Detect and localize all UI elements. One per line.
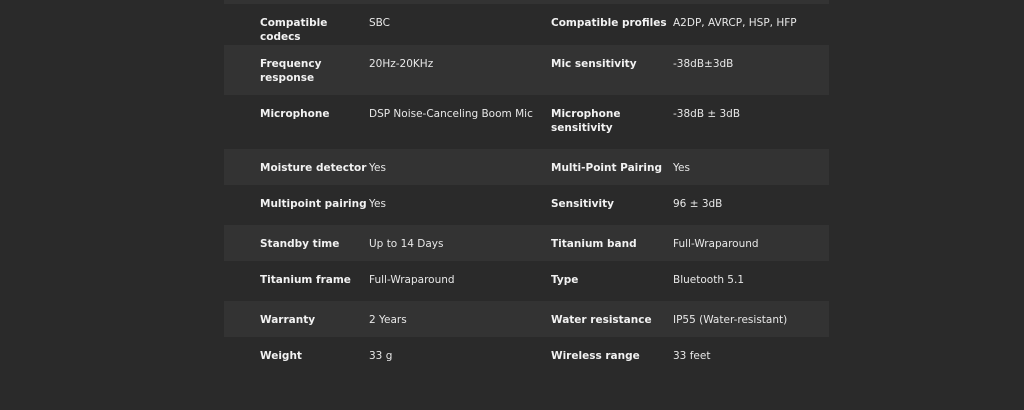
spec-label: Microphone sensitivity xyxy=(551,108,621,134)
spec-label: Sensitivity xyxy=(551,198,614,210)
spec-value: Yes xyxy=(673,162,690,174)
spec-label: Water resistance xyxy=(551,314,652,326)
spec-label: Wireless range xyxy=(551,350,640,362)
spec-value: -38dB±3dB xyxy=(673,58,734,70)
spec-row: Standby time Up to 14 Days Titanium band… xyxy=(224,225,829,261)
spec-label: Titanium frame xyxy=(260,274,351,286)
spec-value: A2DP, AVRCP, HSP, HFP xyxy=(673,17,797,29)
spec-label: Frequency response xyxy=(260,58,322,84)
spec-label: Microphone xyxy=(260,108,330,120)
spec-value: Full-Wraparound xyxy=(369,274,455,286)
spec-value: 2 Years xyxy=(369,314,407,326)
spec-value: Yes xyxy=(369,162,386,174)
spec-value: IP55 (Water-resistant) xyxy=(673,314,788,326)
spec-row: Moisture detector Yes Multi-Point Pairin… xyxy=(224,149,829,185)
spec-label: Standby time xyxy=(260,238,340,250)
spec-row: Warranty 2 Years Water resistance IP55 (… xyxy=(224,301,829,337)
spec-value: 33 g xyxy=(369,350,393,362)
spec-label: Multi-Point Pairing xyxy=(551,162,663,174)
spec-label: Warranty xyxy=(260,314,316,326)
spec-label: Multipoint pairing xyxy=(260,198,367,210)
spec-row: Multipoint pairing Yes Sensitivity 96 ± … xyxy=(224,185,829,225)
spec-label: Weight xyxy=(260,350,302,362)
spec-row: Microphone DSP Noise-Canceling Boom Mic … xyxy=(224,95,829,149)
spec-value: 20Hz-20KHz xyxy=(369,58,434,70)
spec-row: Titanium frame Full-Wraparound Type Blue… xyxy=(224,261,829,301)
spec-value: Full-Wraparound xyxy=(673,238,759,250)
spec-value: Yes xyxy=(369,198,386,210)
spec-row: Frequency response 20Hz-20KHz Mic sensit… xyxy=(224,45,829,95)
spec-row: Weight 33 g Wireless range 33 feet xyxy=(224,337,829,377)
spec-label: Mic sensitivity xyxy=(551,58,637,70)
spec-value: Up to 14 Days xyxy=(369,238,444,250)
spec-value: Bluetooth 5.1 xyxy=(673,274,745,286)
spec-label: Titanium band xyxy=(551,238,637,250)
spec-label: Moisture detector xyxy=(260,162,367,174)
spec-value: 96 ± 3dB xyxy=(673,198,723,210)
spec-label: Compatible profiles xyxy=(551,17,667,29)
spec-value: SBC xyxy=(369,17,391,29)
specifications-table: Compatible codecs SBC Compatible profile… xyxy=(224,0,829,377)
spec-value: DSP Noise-Canceling Boom Mic xyxy=(369,108,533,120)
spec-value: -38dB ± 3dB xyxy=(673,108,741,120)
spec-value: 33 feet xyxy=(673,350,711,362)
spec-label: Type xyxy=(551,274,579,286)
spec-row: Compatible codecs SBC Compatible profile… xyxy=(224,4,829,45)
spec-label: Compatible codecs xyxy=(260,17,328,43)
